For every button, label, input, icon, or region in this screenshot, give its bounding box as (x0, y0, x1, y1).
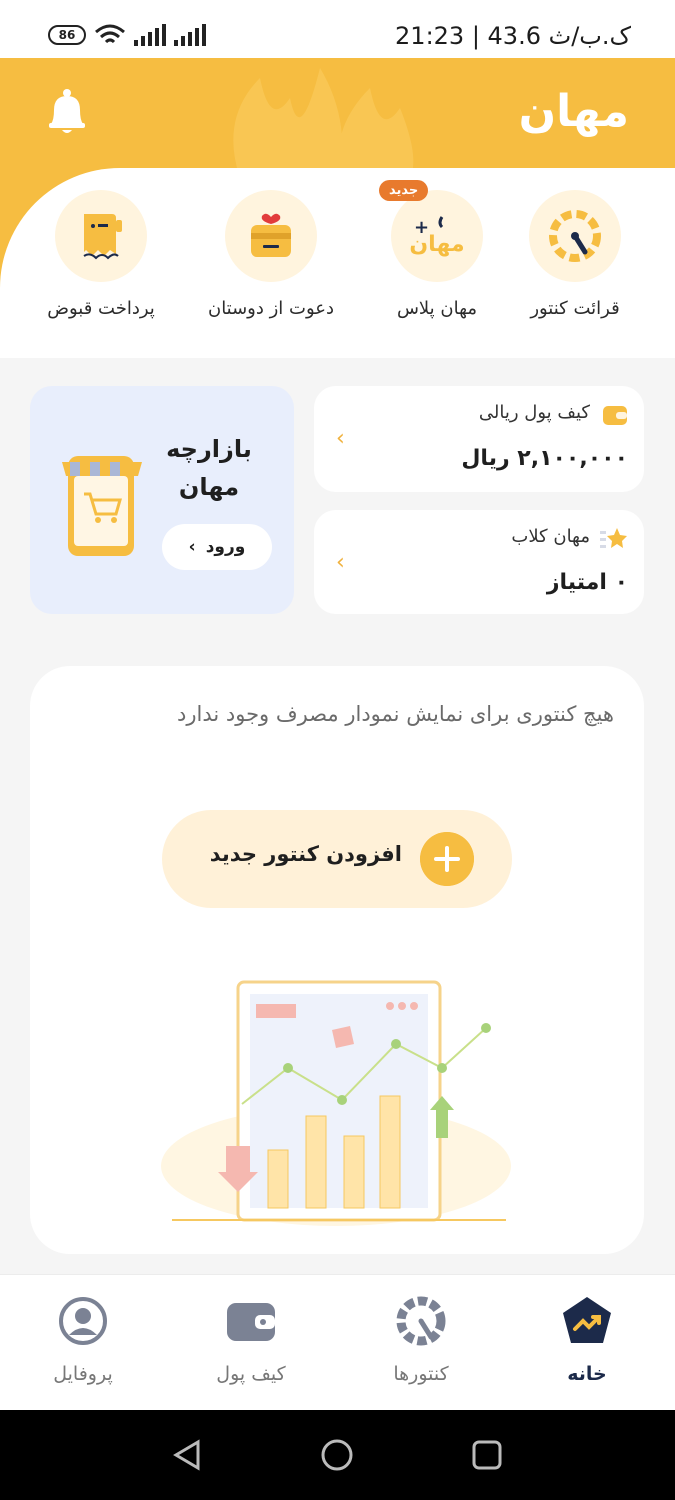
quick-action-circle (55, 190, 147, 282)
mahan-plus-icon: مهان + (409, 216, 465, 257)
add-meter-button[interactable]: افزودن کنتور جدید (162, 810, 512, 908)
gift-invite-icon (251, 213, 291, 257)
android-system-nav (0, 1410, 675, 1500)
club-points: ۰ امتیاز (546, 570, 628, 595)
nav-label-home: خانه (567, 1363, 607, 1385)
recents-icon[interactable] (470, 1438, 504, 1472)
shop-cart-icon (62, 456, 142, 556)
star-icon (600, 528, 627, 548)
quick-action-label: قرائت کنتور (530, 298, 620, 319)
quick-action-invite-friends[interactable]: دعوت از دوستان (191, 190, 351, 319)
status-left: 86 (48, 24, 206, 46)
nav-item-meters[interactable]: کنتورها (341, 1295, 501, 1385)
chevron-left-icon: ‹ (336, 426, 345, 451)
club-card-title: مهان کلاب (511, 526, 590, 547)
market-title: بازارچه مهان (166, 435, 252, 501)
status-bar: 86 21:23 | 43.6 ک.ب/ث (0, 0, 675, 60)
wallet-card-title: کیف پول ریالی (478, 402, 590, 423)
empty-chart-message: هیچ کنتوری برای نمایش نمودار مصرف وجود ن… (177, 702, 614, 726)
home-chart-icon (563, 1297, 611, 1343)
wallet-nav-icon (227, 1303, 275, 1341)
back-icon[interactable] (170, 1438, 204, 1472)
bottom-navigation: خانه کنتورها کیف پول پروفایل (0, 1274, 675, 1410)
quick-action-label: پرداخت قبوض (47, 298, 155, 319)
wallet-icon (603, 406, 627, 425)
nav-item-home[interactable]: خانه (507, 1295, 667, 1385)
quick-action-label: مهان پلاس (396, 298, 478, 319)
status-time: 21:23 | 43.6 ک.ب/ث (395, 22, 631, 50)
club-card[interactable]: مهان کلاب ۰ امتیاز ‹ (314, 510, 644, 614)
quick-action-pay-bills[interactable]: پرداخت قبوض (21, 190, 181, 319)
chart-illustration (161, 980, 511, 1226)
market-card[interactable]: بازارچه مهان ورود › (30, 386, 294, 614)
quick-action-circle: جدید مهان + (379, 180, 483, 282)
meters-gauge-icon (396, 1296, 446, 1346)
signal-icon (134, 24, 166, 46)
wallet-card[interactable]: کیف پول ریالی ۲,۱۰۰,۰۰۰ ریال ‹ (314, 386, 644, 492)
market-login-button[interactable]: ورود › (162, 524, 272, 570)
add-meter-label: افزودن کنتور جدید (209, 842, 402, 866)
quick-action-label: دعوت از دوستان (207, 298, 335, 319)
new-badge: جدید (379, 180, 429, 201)
flame-decoration (233, 68, 414, 178)
bell-icon[interactable] (46, 88, 88, 136)
nav-item-profile[interactable]: پروفایل (3, 1295, 163, 1385)
app-logo: مهان (518, 86, 629, 137)
quick-action-meter-reading[interactable]: قرائت کنتور (495, 190, 655, 319)
quick-action-circle (529, 190, 621, 282)
nav-label-meters: کنتورها (393, 1363, 449, 1385)
wallet-balance: ۲,۱۰۰,۰۰۰ ریال (461, 446, 628, 471)
quick-action-circle (225, 190, 317, 282)
nav-item-wallet[interactable]: کیف پول (171, 1295, 331, 1385)
home-icon[interactable] (320, 1438, 354, 1472)
nav-label-profile: پروفایل (53, 1363, 113, 1385)
quick-action-mahan-plus[interactable]: جدید مهان + مهان پلاس (357, 180, 517, 319)
svg-text:+: + (414, 217, 429, 238)
quick-actions-panel: قرائت کنتور جدید مهان + مهان پلاس دعوت ا… (0, 168, 675, 358)
status-time-text: 21:23 | 43.6 ک.ب/ث (395, 22, 631, 50)
bill-receipt-icon (83, 214, 122, 260)
wifi-icon (95, 24, 125, 44)
nav-label-wallet: کیف پول (216, 1363, 286, 1385)
chevron-left-icon: ‹ (336, 550, 345, 575)
signal-icon-2 (174, 24, 206, 46)
chevron-right-icon: › (188, 537, 196, 557)
market-login-label: ورود (205, 537, 246, 557)
profile-icon (59, 1297, 107, 1345)
consumption-chart-card: هیچ کنتوری برای نمایش نمودار مصرف وجود ن… (30, 666, 644, 1254)
plus-icon (420, 832, 474, 886)
meter-gauge-icon (549, 210, 601, 262)
battery-icon: 86 (48, 25, 86, 45)
